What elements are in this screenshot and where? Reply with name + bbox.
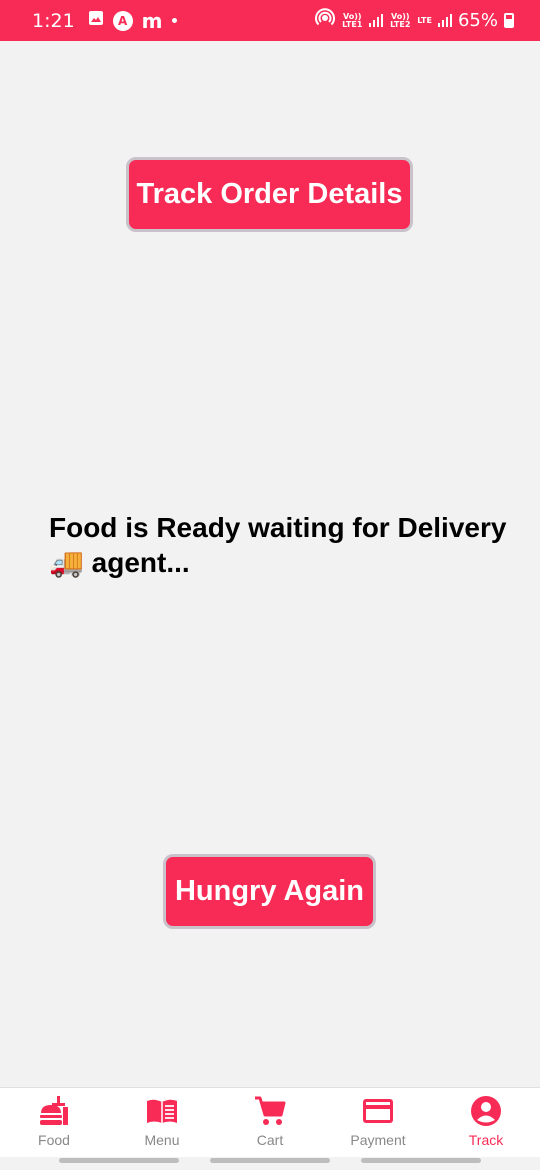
nav-label-menu: Menu [144, 1132, 180, 1148]
gallery-icon [88, 10, 104, 31]
order-status-message: Food is Ready waiting for Delivery 🚚 age… [49, 510, 509, 580]
status-left: 1:21 A m [32, 9, 177, 33]
app-m-icon: m [141, 8, 163, 33]
cart-icon [255, 1096, 286, 1125]
hungry-again-button[interactable]: Hungry Again [163, 854, 376, 929]
status-right: Vo)) LTE1 Vo)) LTE2 LTE 65% [315, 8, 514, 33]
signal-bars-2-icon [437, 14, 452, 27]
lte-label: LTE [417, 15, 432, 25]
bottom-nav: Food Menu Cart Payment Track [0, 1087, 540, 1158]
status-line-2: agent... [91, 547, 190, 578]
nav-item-payment[interactable]: Payment [324, 1088, 432, 1158]
system-gesture-bar [0, 1157, 540, 1170]
track-order-details-button[interactable]: Track Order Details [126, 157, 413, 232]
menu-book-icon [147, 1099, 177, 1123]
clock: 1:21 [32, 9, 75, 32]
gesture-segment-left[interactable] [59, 1158, 179, 1163]
nav-label-payment: Payment [350, 1132, 406, 1148]
battery-icon [504, 13, 514, 28]
status-bar: 1:21 A m Vo)) LTE1 Vo)) LTE2 LTE 65% [0, 0, 540, 41]
app-a-icon: A [112, 10, 133, 31]
nav-item-track[interactable]: Track [432, 1088, 540, 1158]
hotspot-icon [315, 8, 336, 33]
nav-item-menu[interactable]: Menu [108, 1088, 216, 1158]
nav-label-cart: Cart [256, 1132, 284, 1148]
nav-label-track: Track [468, 1132, 504, 1148]
sim1-label: Vo)) LTE1 [342, 11, 363, 29]
delivery-truck-icon: 🚚 [49, 547, 84, 578]
gesture-segment-right[interactable] [361, 1158, 481, 1163]
signal-bars-1-icon [369, 14, 384, 27]
nav-item-cart[interactable]: Cart [216, 1088, 324, 1158]
notification-dot-icon [171, 18, 177, 23]
food-icon [40, 1096, 68, 1125]
sim2-label: Vo)) LTE2 [390, 11, 411, 29]
account-circle-icon [471, 1096, 501, 1126]
nav-label-food: Food [38, 1132, 70, 1148]
gesture-segment-center[interactable] [210, 1158, 330, 1163]
nav-item-food[interactable]: Food [0, 1088, 108, 1158]
battery-percent: 65% [457, 10, 498, 31]
status-line-1: Food is Ready waiting for Delivery [49, 512, 507, 543]
payment-card-icon [363, 1099, 393, 1123]
